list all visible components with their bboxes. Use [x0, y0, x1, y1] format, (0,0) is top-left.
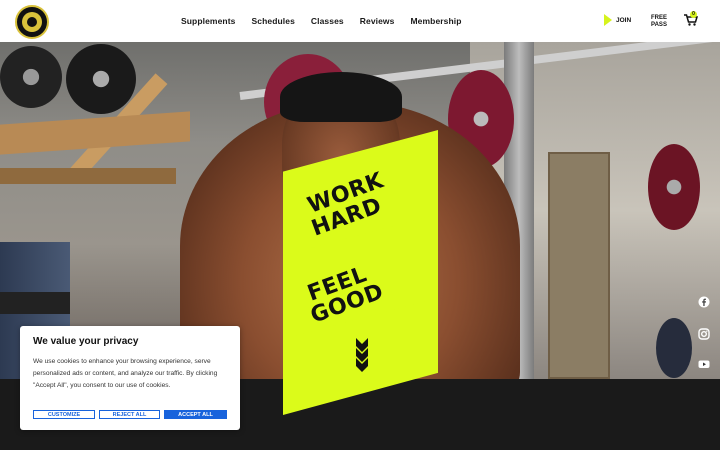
cookie-consent-dialog: We value your privacy We use cookies to … — [20, 326, 240, 430]
arrow-icon — [604, 14, 612, 26]
free-pass-line1: FREE — [650, 15, 667, 21]
page: Supplements Schedules Classes Reviews Me… — [0, 0, 720, 450]
nav-classes[interactable]: Classes — [311, 16, 344, 26]
main-nav: Supplements Schedules Classes Reviews Me… — [181, 0, 462, 42]
cookie-body: We use cookies to enhance your browsing … — [33, 358, 218, 389]
cookie-buttons: CUSTOMIZE REJECT ALL ACCEPT ALL — [33, 410, 227, 419]
reject-all-button[interactable]: REJECT ALL — [99, 410, 160, 419]
free-pass-line2: PASS — [651, 22, 667, 28]
nav-reviews[interactable]: Reviews — [360, 16, 395, 26]
cookie-title: We value your privacy — [33, 336, 139, 347]
join-button[interactable]: JOIN — [604, 14, 631, 26]
youtube-icon[interactable] — [698, 358, 710, 370]
free-pass-button[interactable]: FREE PASS — [649, 15, 669, 29]
facebook-icon[interactable] — [698, 296, 710, 308]
instagram-icon[interactable] — [698, 328, 710, 340]
join-label: JOIN — [616, 16, 632, 24]
logo[interactable] — [15, 5, 49, 39]
site-header: Supplements Schedules Classes Reviews Me… — [0, 0, 720, 42]
customize-button[interactable]: CUSTOMIZE — [33, 410, 95, 419]
nav-supplements[interactable]: Supplements — [181, 16, 235, 26]
nav-membership[interactable]: Membership — [410, 16, 461, 26]
cart-count-badge: 0 — [690, 11, 697, 18]
accept-all-button[interactable]: ACCEPT ALL — [164, 410, 227, 419]
scroll-down-icon[interactable] — [355, 338, 369, 372]
nav-schedules[interactable]: Schedules — [251, 16, 294, 26]
